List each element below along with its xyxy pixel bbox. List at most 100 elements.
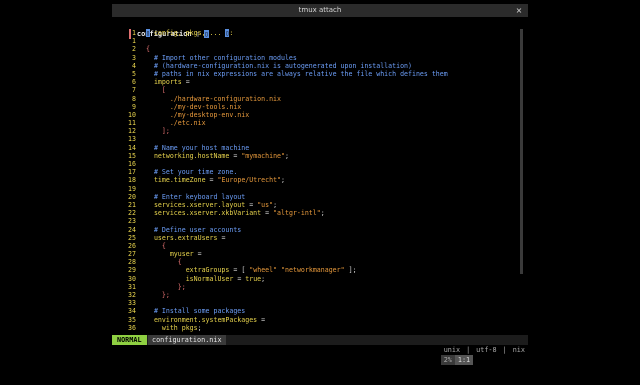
code-text: services.xserver.layout = "us"; (146, 200, 278, 209)
line-number: 11 (128, 119, 136, 128)
line-number: 16 (128, 160, 136, 168)
editor-buffer[interactable]: 1 ▯ config, pkgs, ... ▯: 1 2{3 # Import oth… (112, 29, 522, 341)
code-line[interactable]: 6 imports = (112, 78, 522, 86)
code-text: users.extraUsers = (146, 233, 226, 242)
status-right-segments: unix | utf-8 | nix 2% 1:1 (416, 335, 528, 365)
code-line[interactable]: 15 networking.hostName = "mymachine"; (112, 152, 522, 160)
status-filetype: nix (512, 346, 525, 354)
close-icon[interactable]: × (514, 4, 524, 17)
code-line[interactable]: 3 # Import other configuration modules (112, 54, 522, 62)
code-text: ./hardware-configuration.nix (146, 94, 281, 103)
code-line[interactable]: 18 time.timeZone = "Europe/Utrecht"; (112, 176, 522, 184)
line-number: 17 (128, 168, 136, 177)
code-line[interactable]: 17 # Set your time zone. (112, 168, 522, 176)
vim-tabline: configuration ▯ ▯ (112, 19, 528, 39)
code-line[interactable]: 21 services.xserver.layout = "us"; (112, 201, 522, 209)
code-text: # Define user accounts (146, 225, 242, 234)
code-text: environment.systemPackages = (146, 315, 266, 324)
code-text: ▯ config, pkgs, ... ▯: (146, 29, 234, 37)
line-number: 3 (132, 53, 136, 62)
line-number: 10 (128, 110, 136, 119)
code-text: }; (146, 282, 186, 291)
line-number: 8 (132, 94, 136, 103)
code-text: myuser = (146, 250, 202, 259)
code-line[interactable]: 11 ./etc.nix (112, 119, 522, 127)
line-number: 6 (132, 78, 136, 87)
line-number: 22 (128, 209, 136, 218)
line-number: 2 (132, 45, 136, 54)
code-line[interactable]: 13 (112, 135, 522, 143)
window-titlebar[interactable]: tmux attach × (112, 4, 528, 17)
code-line[interactable]: 29 extraGroups = [ "wheel" "networkmanag… (112, 266, 522, 274)
line-number: 34 (128, 307, 136, 316)
line-number: 18 (128, 176, 136, 185)
line-number: 14 (128, 143, 136, 152)
line-number: 25 (128, 233, 136, 242)
code-line[interactable]: 24 # Define user accounts (112, 226, 522, 234)
code-text: [ (146, 86, 166, 95)
line-number: 5 (132, 69, 136, 78)
scrollbar[interactable] (520, 29, 523, 274)
line-number: 13 (128, 135, 136, 144)
code-line[interactable]: 33 (112, 299, 522, 307)
code-line[interactable]: 7 [ (112, 86, 522, 94)
line-number: 9 (132, 102, 136, 111)
code-line[interactable]: 9 ./my-dev-tools.nix (112, 103, 522, 111)
code-line[interactable]: 2{ (112, 45, 522, 53)
code-line[interactable]: 34 # Install some packages (112, 307, 522, 315)
window-title: tmux attach (298, 6, 342, 14)
code-line[interactable]: 14 # Name your host machine (112, 144, 522, 152)
code-line[interactable]: 5 # paths in nix expressions are always … (112, 70, 522, 78)
code-text: # Enter keyboard layout (146, 192, 246, 201)
code-line[interactable]: 20 # Enter keyboard layout (112, 193, 522, 201)
code-text: # Name your host machine (146, 143, 250, 152)
line-number: 32 (128, 291, 136, 299)
code-line[interactable]: 12 ]; (112, 127, 522, 135)
code-line[interactable]: 8 ./hardware-configuration.nix (112, 95, 522, 103)
code-line[interactable]: 19 (112, 185, 522, 193)
line-number: 23 (128, 217, 136, 226)
code-line[interactable]: 1 (112, 37, 522, 45)
code-line[interactable]: 30 isNormalUser = true; (112, 275, 522, 283)
code-text: extraGroups = [ "wheel" "networkmanager"… (146, 266, 357, 275)
line-number: 24 (128, 225, 136, 234)
code-line[interactable]: 4 # (hardware-configuration.nix is autog… (112, 62, 522, 70)
line-number: 20 (128, 192, 136, 201)
line-number: 1 (132, 29, 136, 37)
line-number: 31 (128, 282, 136, 291)
mode-indicator: NORMAL (112, 335, 147, 345)
code-line[interactable]: 28 { (112, 258, 522, 266)
code-text: with pkgs; (146, 323, 202, 332)
status-percent: 2% (440, 355, 455, 365)
code-line[interactable]: 31 }; (112, 283, 522, 291)
code-line[interactable]: 26 { (112, 242, 522, 250)
code-line[interactable]: 35 environment.systemPackages = (112, 316, 522, 324)
code-line[interactable]: 27 myuser = (112, 250, 522, 258)
code-text: ./etc.nix (146, 119, 206, 128)
code-line[interactable]: 22 services.xserver.xkbVariant = "altgr-… (112, 209, 522, 217)
line-number: 19 (128, 184, 136, 193)
code-line[interactable]: 25 users.extraUsers = (112, 234, 522, 242)
line-number: 36 (128, 323, 136, 332)
line-number: 27 (128, 250, 136, 259)
code-text: imports = (146, 78, 190, 87)
code-line[interactable]: 36 with pkgs; (112, 324, 522, 332)
code-line[interactable]: 32 }; (112, 291, 522, 299)
line-number: 21 (128, 200, 136, 209)
status-encoding: utf-8 (476, 346, 497, 354)
code-text: { (146, 241, 166, 250)
line-number: 33 (128, 299, 136, 308)
code-line[interactable]: 1 ▯ config, pkgs, ... ▯: (112, 29, 522, 37)
code-line[interactable]: 10 ./my-desktop-env.nix (112, 111, 522, 119)
code-line[interactable]: 23 (112, 217, 522, 225)
code-text: { (146, 45, 150, 54)
code-text: # Install some packages (146, 307, 246, 316)
code-text: # (hardware-configuration.nix is autogen… (146, 61, 412, 70)
code-line[interactable]: 16 (112, 160, 522, 168)
code-text: ]; (146, 127, 170, 136)
